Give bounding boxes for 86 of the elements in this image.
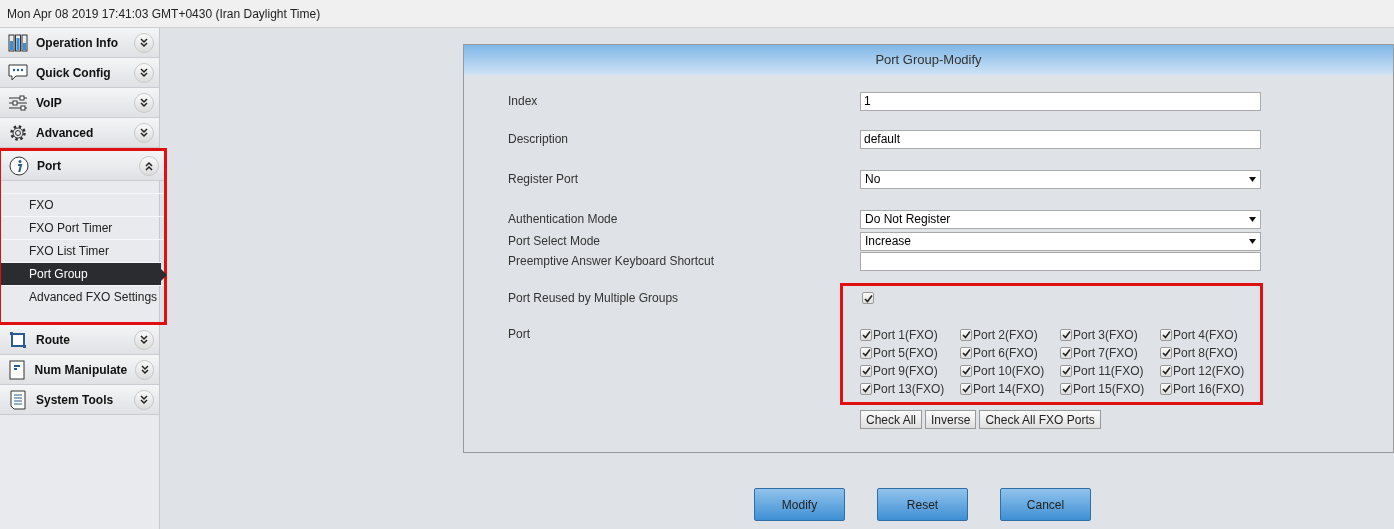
expand-icon[interactable]: [134, 32, 154, 53]
checkbox[interactable]: [960, 328, 972, 341]
checkbox[interactable]: [862, 292, 874, 304]
checkbox[interactable]: [860, 328, 872, 341]
dropdown-arrow-icon: [1249, 176, 1256, 182]
sidebar-section[interactable]: Num Manipulate: [0, 355, 159, 385]
checkbox[interactable]: [1160, 382, 1172, 395]
checkbox[interactable]: [1060, 364, 1072, 377]
field-label: Port Reused by Multiple Groups: [508, 290, 680, 307]
sidebar-section[interactable]: Advanced: [0, 118, 159, 148]
checkbox-label: Port 6(FXO): [973, 344, 1038, 362]
expand-icon[interactable]: [134, 122, 154, 143]
info-icon: [9, 155, 29, 176]
action-button[interactable]: Cancel: [1000, 488, 1091, 521]
action-button[interactable]: Reset: [877, 488, 968, 521]
sidebar-item[interactable]: Advanced FXO Settings: [1, 285, 164, 308]
sidebar-section[interactable]: VoIP: [0, 88, 159, 118]
checkbox-label: Port 11(FXO): [1073, 362, 1144, 380]
checkbox-label: Port 4(FXO): [1173, 326, 1238, 344]
port-select-button[interactable]: Inverse: [925, 410, 977, 429]
port-select-button[interactable]: Check All FXO Ports: [979, 410, 1101, 429]
checkbox[interactable]: [1160, 346, 1172, 359]
checkbox[interactable]: [1160, 364, 1172, 377]
pointer-icon: [161, 269, 167, 281]
sidebar-item[interactable]: FXO Port Timer: [1, 216, 164, 239]
expand-icon[interactable]: [135, 359, 154, 380]
notebook-icon: [8, 359, 27, 380]
checkbox-label: Port 10(FXO): [973, 362, 1045, 380]
field-label: Register Port: [508, 171, 580, 188]
date-time: Mon Apr 08 2019 17:41:03 GMT+0430 (Iran Daylight Time): [7, 5, 321, 23]
panel-title: Port Group-Modify: [464, 45, 1393, 75]
checkbox-label: Port 12(FXO): [1173, 362, 1245, 380]
square-frame-icon: [9, 330, 27, 349]
chat-bubble-icon: [8, 63, 28, 82]
sidebar-section[interactable]: Port: [1, 151, 164, 181]
checkbox-label: Port 16(FXO): [1173, 380, 1245, 398]
action-button[interactable]: Modify: [754, 488, 845, 521]
dropdown[interactable]: Do Not Register: [860, 209, 1261, 229]
checkbox[interactable]: [860, 382, 872, 395]
sidebar-section[interactable]: Quick Config: [0, 58, 159, 88]
dropdown[interactable]: Increase: [860, 231, 1261, 251]
checkbox-label: Port 8(FXO): [1173, 344, 1238, 362]
checkbox-label: Port 1(FXO): [873, 326, 938, 344]
bar-columns-icon: [8, 33, 28, 52]
sidebar-item[interactable]: FXO: [1, 193, 164, 216]
sidebar-section[interactable]: System Tools: [0, 385, 159, 415]
checkbox-label: Port 14(FXO): [973, 380, 1045, 398]
field-label: Port: [508, 326, 531, 343]
sliders-icon: [8, 94, 28, 111]
checkbox-label: Port 5(FXO): [873, 344, 938, 362]
collapse-icon[interactable]: [139, 155, 159, 176]
dropdown-arrow-icon: [1249, 216, 1256, 222]
document-icon: [10, 389, 26, 410]
checkbox[interactable]: [960, 382, 972, 395]
checkbox-label: Port 15(FXO): [1073, 380, 1145, 398]
sidebar-section[interactable]: Route: [0, 325, 159, 355]
sidebar-section[interactable]: Operation Info: [0, 28, 159, 58]
checkbox-label: Port 3(FXO): [1073, 326, 1138, 344]
expand-icon[interactable]: [134, 329, 154, 350]
expand-icon[interactable]: [134, 62, 154, 83]
settings-icon: [8, 122, 28, 143]
dropdown[interactable]: No: [860, 169, 1261, 189]
checkbox-label: Port 13(FXO): [873, 380, 945, 398]
field-label: Preemptive Answer Keyboard Shortcut: [508, 253, 716, 270]
checkbox-label: Port 2(FXO): [973, 326, 1038, 344]
port-select-button[interactable]: Check All: [860, 410, 923, 429]
checkbox[interactable]: [1060, 346, 1072, 359]
text-field[interactable]: default: [860, 129, 1261, 149]
checkbox-label: Port 9(FXO): [873, 362, 938, 380]
checkbox[interactable]: [860, 364, 872, 377]
text-field[interactable]: [860, 251, 1261, 271]
checkbox[interactable]: [1160, 328, 1172, 341]
text-field[interactable]: 1: [860, 91, 1261, 111]
checkbox-label: Port 7(FXO): [1073, 344, 1138, 362]
dropdown-arrow-icon: [1249, 238, 1256, 244]
field-label: Port Select Mode: [508, 233, 602, 250]
checkbox[interactable]: [1060, 382, 1072, 395]
field-label: Description: [508, 131, 570, 148]
checkbox[interactable]: [960, 364, 972, 377]
checkbox[interactable]: [960, 346, 972, 359]
field-label: Authentication Mode: [508, 211, 619, 228]
checkbox[interactable]: [860, 346, 872, 359]
field-label: Index: [508, 93, 539, 110]
expand-icon[interactable]: [134, 92, 154, 113]
checkbox[interactable]: [1060, 328, 1072, 341]
expand-icon[interactable]: [134, 389, 154, 410]
